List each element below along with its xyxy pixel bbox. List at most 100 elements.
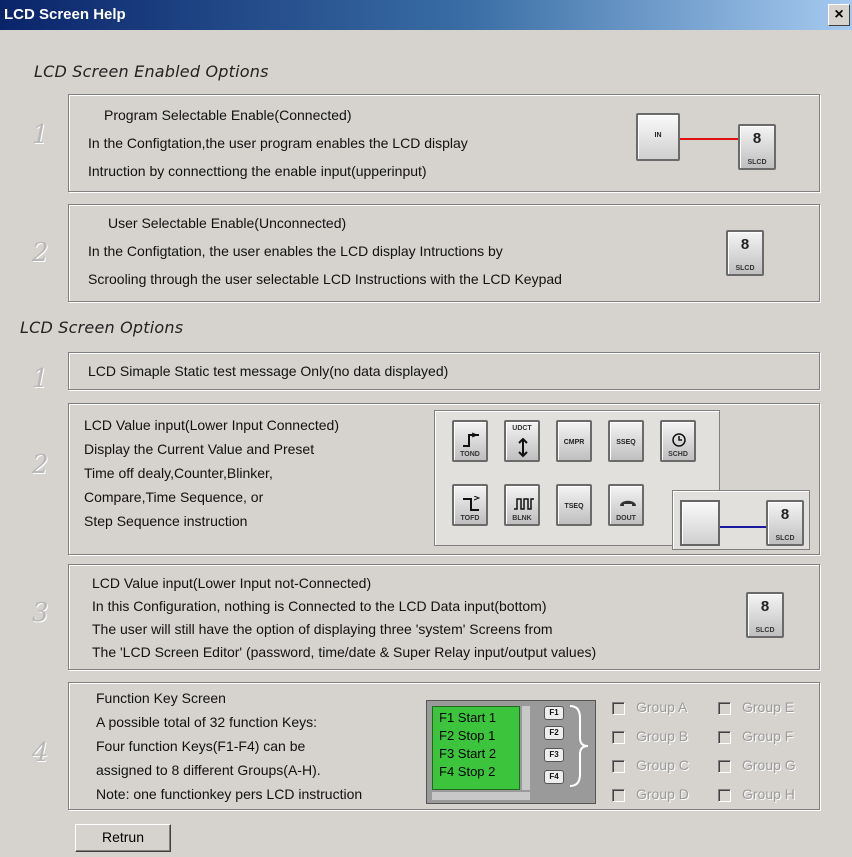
function-key-line: F1 Start 1 <box>439 710 497 725</box>
group-g-label: Group G <box>742 757 796 773</box>
screen-option-1-number: 1 <box>32 364 49 394</box>
group-b-label: Group B <box>636 728 689 744</box>
close-button[interactable]: × <box>828 4 850 26</box>
tofd-tile: TOFD <box>452 484 488 526</box>
dout-label: DOUT <box>616 515 636 522</box>
brace-icon <box>569 705 589 787</box>
enabled-option-2-number: 2 <box>32 238 49 268</box>
enabled-option-2-line: In the Configtation, the user enables th… <box>88 243 503 259</box>
f2-key[interactable]: F2 <box>544 726 564 740</box>
sseq-tile: SSEQ <box>608 420 644 462</box>
enabled-option-1-line: In the Configtation,the user program ena… <box>88 135 468 151</box>
slcd-block: 8 SLCD <box>726 230 764 276</box>
fk-scrollbar[interactable] <box>522 706 530 790</box>
group-a-checkbox[interactable] <box>612 702 625 715</box>
group-f-checkbox[interactable] <box>718 731 731 744</box>
screen-option-4-line: A possible total of 32 function Keys: <box>96 714 318 730</box>
screen-option-2-number: 2 <box>32 450 49 480</box>
schd-label: SCHD <box>668 451 688 458</box>
f4-key[interactable]: F4 <box>544 770 564 784</box>
value-input-block <box>680 500 720 546</box>
screen-option-4-number: 4 <box>32 738 49 768</box>
screen-option-3-line: In this Configuration, nothing is Connec… <box>92 598 547 614</box>
enable-wire <box>680 138 738 140</box>
group-d-label: Group D <box>636 786 689 802</box>
phone-icon <box>620 500 636 506</box>
function-key-screen: F1 Start 1 F2 Stop 1 F3 Start 2 F4 Stop … <box>432 706 520 790</box>
screen-option-3-line: The user will still have the option of d… <box>92 621 553 637</box>
group-a-label: Group A <box>636 699 688 715</box>
blnk-label: BLNK <box>512 515 532 522</box>
udct-label: UDCT <box>512 425 532 432</box>
sseq-label: SSEQ <box>616 439 636 446</box>
function-key-line: F4 Stop 2 <box>439 764 496 779</box>
close-icon: × <box>834 6 844 23</box>
screen-option-2-line: Step Sequence instruction <box>84 513 248 529</box>
schd-tile: SCHD <box>660 420 696 462</box>
screen-option-1-line: LCD Simaple Static test message Only(no … <box>88 363 449 379</box>
group-d-checkbox[interactable] <box>612 789 625 802</box>
group-g-checkbox[interactable] <box>718 760 731 773</box>
group-f-label: Group F <box>742 728 794 744</box>
group-h-checkbox[interactable] <box>718 789 731 802</box>
slcd-label: SLCD <box>755 627 775 634</box>
group-b-checkbox[interactable] <box>612 731 625 744</box>
slcd-label: SLCD <box>747 159 767 166</box>
tseq-label: TSEQ <box>564 503 584 510</box>
cmpr-tile: CMPR <box>556 420 592 462</box>
tseq-tile: TSEQ <box>556 484 592 526</box>
tond-tile: TOND <box>452 420 488 462</box>
enabled-options-heading: LCD Screen Enabled Options <box>34 62 269 81</box>
enabled-option-2-heading: User Selectable Enable(Unconnected) <box>108 215 347 231</box>
blnk-tile: BLNK <box>504 484 540 526</box>
window-title: LCD Screen Help <box>4 6 126 23</box>
slcd-block: 8 SLCD <box>738 124 776 170</box>
updown-arrow-icon <box>518 438 528 458</box>
slcd-label: SLCD <box>775 535 795 542</box>
slcd-digit: 8 <box>752 130 762 147</box>
slcd-label: SLCD <box>735 265 755 272</box>
tofd-icon <box>463 496 480 511</box>
value-wire <box>720 526 766 528</box>
slcd-block: 8 SLCD <box>766 500 804 546</box>
in-block-label: IN <box>654 132 662 139</box>
screen-option-4-heading: Function Key Screen <box>96 690 226 706</box>
group-e-checkbox[interactable] <box>718 702 731 715</box>
screen-option-2-line: Compare,Time Sequence, or <box>84 489 264 505</box>
return-button[interactable]: Retrun <box>75 824 171 852</box>
clock-icon <box>672 433 686 447</box>
group-c-checkbox[interactable] <box>612 760 625 773</box>
pulse-icon <box>514 498 534 510</box>
enabled-option-1-number: 1 <box>32 120 49 150</box>
group-h-label: Group H <box>742 786 795 802</box>
dout-tile: DOUT <box>608 484 644 526</box>
title-bar: LCD Screen Help × <box>0 0 852 30</box>
fk-hscrollbar[interactable] <box>432 792 530 800</box>
f1-key[interactable]: F1 <box>544 706 564 720</box>
screen-option-3-heading: LCD Value input(Lower Input not-Connecte… <box>92 575 372 591</box>
screen-option-2-line: Display the Current Value and Preset <box>84 441 315 457</box>
udct-tile: UDCT <box>504 420 540 462</box>
slcd-digit: 8 <box>780 506 790 523</box>
screen-option-2-line: Time off dealy,Counter,Blinker, <box>84 465 273 481</box>
screen-option-4-line: Note: one functionkey pers LCD instructi… <box>96 786 363 802</box>
tond-label: TOND <box>460 451 480 458</box>
enabled-option-2-line: Scrooling through the user selectable LC… <box>88 271 562 287</box>
slcd-block: 8 SLCD <box>746 592 784 638</box>
in-block: IN <box>636 113 680 161</box>
f3-key[interactable]: F3 <box>544 748 564 762</box>
tond-icon <box>463 432 479 447</box>
screen-options-heading: LCD Screen Options <box>20 318 184 337</box>
function-key-line: F2 Stop 1 <box>439 728 496 743</box>
screen-option-4-line: Four function Keys(F1-F4) can be <box>96 738 306 754</box>
group-e-label: Group E <box>742 699 795 715</box>
screen-option-4-line: assigned to 8 different Groups(A-H). <box>96 762 321 778</box>
screen-option-3-line: The 'LCD Screen Editor' (password, time/… <box>92 644 597 660</box>
enabled-option-1-heading: Program Selectable Enable(Connected) <box>104 107 352 123</box>
screen-option-2-heading: LCD Value input(Lower Input Connected) <box>84 417 340 433</box>
cmpr-label: CMPR <box>563 439 585 446</box>
screen-option-3-number: 3 <box>32 598 49 628</box>
slcd-digit: 8 <box>760 598 770 615</box>
group-c-label: Group C <box>636 757 689 773</box>
enabled-option-1-line: Intruction by connecttiong the enable in… <box>88 163 427 179</box>
